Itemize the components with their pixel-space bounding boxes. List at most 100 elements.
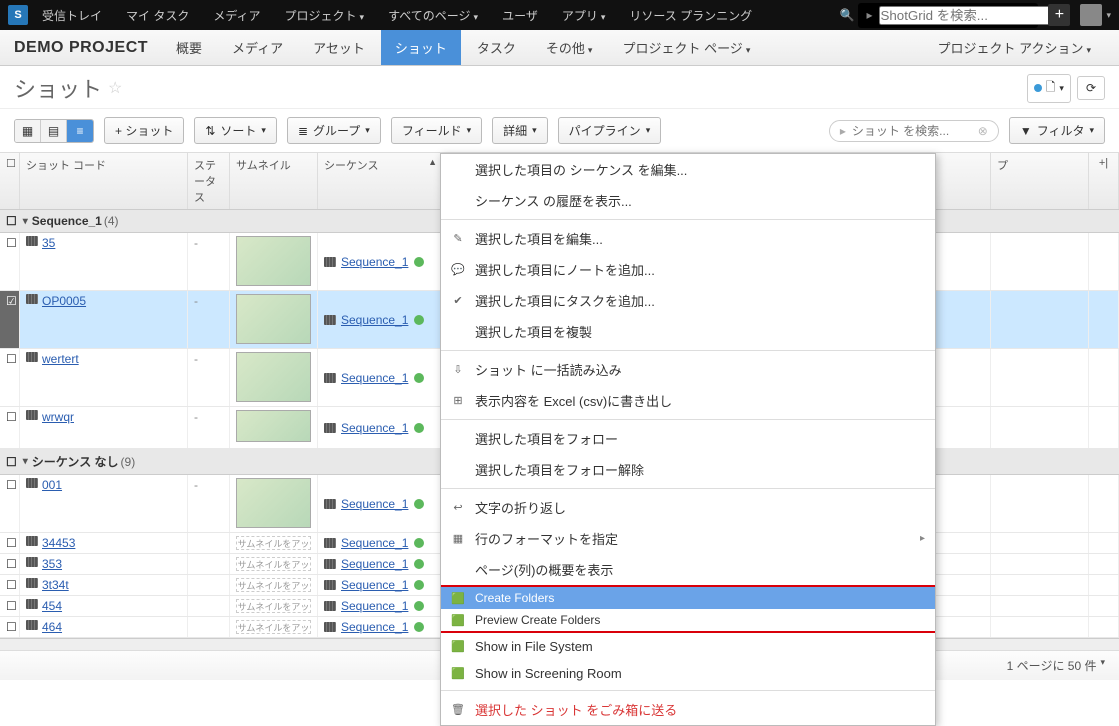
grid-search[interactable]: ▸⊗ <box>829 120 999 142</box>
thumbnail[interactable] <box>236 410 311 442</box>
user-avatar[interactable] <box>1080 4 1102 26</box>
shot-link[interactable]: OP0005 <box>42 294 86 308</box>
ctx-page-summary[interactable]: ページ(列)の概要を表示 <box>441 554 935 585</box>
sequence-link[interactable]: Sequence_1 <box>341 421 408 435</box>
shot-link[interactable]: 464 <box>42 620 62 634</box>
row-checkbox[interactable]: ☐ <box>0 407 20 448</box>
ctx-add-task[interactable]: ✔選択した項目にタスクを追加... <box>441 285 935 316</box>
row-checkbox[interactable]: ☐ <box>0 617 20 637</box>
global-search-input[interactable] <box>879 6 1060 25</box>
ctx-follow[interactable]: 選択した項目をフォロー <box>441 423 935 454</box>
sequence-link[interactable]: Sequence_1 <box>341 578 408 592</box>
ctx-trash[interactable]: 🗑選択した ショット をごみ箱に送る <box>441 694 935 725</box>
shot-link[interactable]: 3t34t <box>42 578 69 592</box>
tab-overview[interactable]: 概要 <box>162 30 216 65</box>
app-logo[interactable]: S <box>8 5 28 25</box>
tab-projectpages[interactable]: プロジェクト ページ▾ <box>608 30 764 65</box>
thumbnail[interactable] <box>236 352 311 402</box>
row-checkbox[interactable]: ☐ <box>0 475 20 532</box>
sequence-link[interactable]: Sequence_1 <box>341 599 408 613</box>
sequence-link[interactable]: Sequence_1 <box>341 313 408 327</box>
shot-link[interactable]: 001 <box>42 478 62 492</box>
shot-link[interactable]: 35 <box>42 236 55 250</box>
pipeline-button[interactable]: パイプライン▾ <box>558 117 662 144</box>
tab-media[interactable]: メディア <box>218 30 297 65</box>
tab-tasks[interactable]: タスク <box>463 30 530 65</box>
shot-link[interactable]: 353 <box>42 557 62 571</box>
fields-button[interactable]: フィールド▾ <box>391 117 482 144</box>
col-add-field[interactable]: +| <box>1089 153 1119 209</box>
shot-link[interactable]: wrwqr <box>42 410 74 424</box>
sequence-link[interactable]: Sequence_1 <box>341 536 408 550</box>
thumbnail-upload[interactable]: サムネイルをアッ <box>236 599 311 613</box>
thumbnail-upload[interactable]: サムネイルをアッ <box>236 620 311 634</box>
row-checkbox[interactable]: ☐ <box>0 596 20 616</box>
row-checkbox[interactable]: ☐ <box>0 533 20 553</box>
sort-button[interactable]: ⇅ソート▾ <box>194 117 277 144</box>
sequence-link[interactable]: Sequence_1 <box>341 255 408 269</box>
thumbnail[interactable] <box>236 294 311 344</box>
row-checkbox[interactable]: ☑ <box>0 291 20 348</box>
thumbnail-upload[interactable]: サムネイルをアッ <box>236 536 311 550</box>
group-toggle-icon[interactable]: ▾ <box>23 216 28 227</box>
thumbnail-upload[interactable]: サムネイルをアッ <box>236 557 311 571</box>
thumbnail-upload[interactable]: サムネイルをアッ <box>236 578 311 592</box>
topbar-mytasks[interactable]: マイ タスク <box>116 7 199 24</box>
favorite-star-icon[interactable]: ☆ <box>108 78 122 98</box>
ctx-add-note[interactable]: 💬選択した項目にノートを追加... <box>441 254 935 285</box>
group-button[interactable]: ≣グループ▾ <box>287 117 381 144</box>
col-sequence[interactable]: シーケンス ▲ <box>318 153 444 209</box>
topbar-inbox[interactable]: 受信トレイ <box>32 7 112 24</box>
ctx-sequence-history[interactable]: シーケンス の履歴を表示... <box>441 185 935 216</box>
topbar-apps[interactable]: アプリ▾ <box>552 7 616 24</box>
ctx-show-screening-room[interactable]: 🟩Show in Screening Room <box>441 660 935 687</box>
thumbnail[interactable] <box>236 236 311 286</box>
project-actions[interactable]: プロジェクト アクション▾ <box>924 30 1106 65</box>
page-revision-pill[interactable]: 🗋▾ <box>1027 74 1071 103</box>
tab-assets[interactable]: アセット <box>299 30 379 65</box>
shot-link[interactable]: wertert <box>42 352 79 366</box>
ctx-duplicate[interactable]: 選択した項目を複製 <box>441 316 935 347</box>
sequence-link[interactable]: Sequence_1 <box>341 497 408 511</box>
topbar-resource[interactable]: リソース プランニング <box>619 7 762 24</box>
shot-link[interactable]: 454 <box>42 599 62 613</box>
ctx-preview-create-folders[interactable]: 🟩Preview Create Folders <box>441 609 935 631</box>
topbar-projects[interactable]: プロジェクト▾ <box>275 7 375 24</box>
topbar-user[interactable]: ユーザ <box>492 7 548 24</box>
ctx-unfollow[interactable]: 選択した項目をフォロー解除 <box>441 454 935 485</box>
sequence-link[interactable]: Sequence_1 <box>341 557 408 571</box>
ctx-show-filesystem[interactable]: 🟩Show in File System <box>441 633 935 660</box>
ctx-row-format[interactable]: ▦行のフォーマットを指定▸ <box>441 523 935 554</box>
ctx-edit-sequence[interactable]: 選択した項目の シーケンス を編集... <box>441 154 935 185</box>
view-card-icon[interactable]: ▤ <box>41 120 67 142</box>
row-checkbox[interactable]: ☐ <box>0 575 20 595</box>
col-code[interactable]: ショット コード <box>20 153 188 209</box>
chevron-down-icon[interactable]: ▾ <box>1100 657 1105 674</box>
ctx-bulk-import[interactable]: ⇩ショット に一括読み込み <box>441 354 935 385</box>
shot-link[interactable]: 34453 <box>42 536 75 550</box>
add-shot-button[interactable]: + ショット <box>104 117 184 144</box>
col-thumbnail[interactable]: サムネイル <box>230 153 318 209</box>
detail-button[interactable]: 詳細▾ <box>492 117 548 144</box>
thumbnail[interactable] <box>236 478 311 528</box>
col-checkbox[interactable]: ☐ <box>0 153 20 209</box>
clear-icon[interactable]: ⊗ <box>978 124 988 138</box>
row-checkbox[interactable]: ☐ <box>0 349 20 406</box>
ctx-create-folders[interactable]: 🟩Create Folders <box>441 587 935 609</box>
view-list-icon[interactable]: ≡ <box>67 120 93 142</box>
sequence-link[interactable]: Sequence_1 <box>341 620 408 634</box>
view-thumb-icon[interactable]: ▦ <box>15 120 41 142</box>
tab-shots[interactable]: ショット <box>381 30 461 65</box>
global-add-button[interactable]: + <box>1048 4 1070 26</box>
ctx-export-csv[interactable]: ⊞表示内容を Excel (csv)に書き出し <box>441 385 935 416</box>
sequence-link[interactable]: Sequence_1 <box>341 371 408 385</box>
topbar-allpages[interactable]: すべてのページ▾ <box>378 7 488 24</box>
ctx-wrap[interactable]: ↩文字の折り返し <box>441 492 935 523</box>
row-checkbox[interactable]: ☐ <box>0 554 20 574</box>
ctx-edit-selected[interactable]: ✎選択した項目を編集... <box>441 223 935 254</box>
global-search[interactable]: ▸ <box>858 3 1038 28</box>
refresh-button[interactable]: ⟳ <box>1077 76 1105 100</box>
group-toggle-icon[interactable]: ▾ <box>23 456 28 467</box>
tab-other[interactable]: その他▾ <box>532 30 607 65</box>
col-status[interactable]: ステータス <box>188 153 230 209</box>
